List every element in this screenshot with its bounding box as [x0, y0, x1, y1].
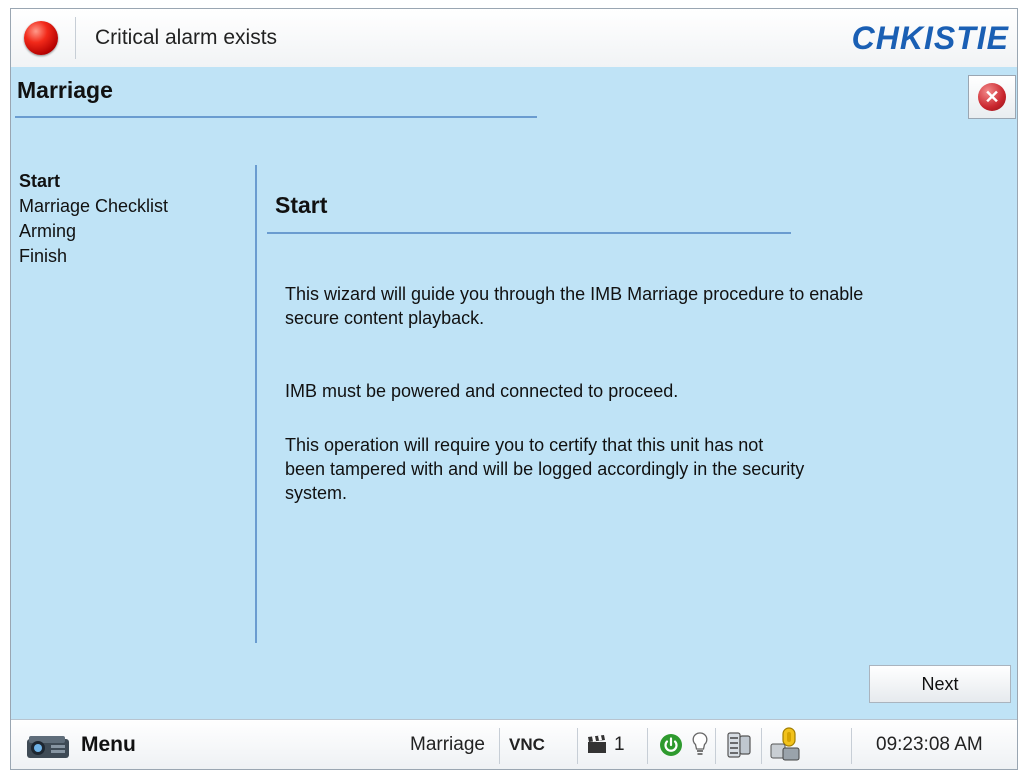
network-icon: [727, 732, 751, 758]
divider: [715, 728, 716, 764]
requirement-paragraph: IMB must be powered and connected to pro…: [285, 381, 679, 401]
critical-alarm-led-icon[interactable]: [24, 21, 58, 55]
certification-paragraph: This operation will require you to certi…: [285, 435, 805, 503]
divider: [499, 728, 500, 764]
close-circle-icon: ✕: [978, 83, 1006, 111]
divider: [577, 728, 578, 764]
intro-paragraph: This wizard will guide you through the I…: [285, 284, 864, 328]
menu-button-label[interactable]: Menu: [81, 733, 136, 757]
projector-icon[interactable]: [25, 730, 73, 762]
lamp-icon: [692, 732, 708, 755]
alarm-status-text[interactable]: Critical alarm exists: [95, 26, 277, 50]
current-page-label: Marriage: [410, 734, 485, 755]
page-title: Marriage: [17, 77, 113, 103]
step-list-divider: [255, 165, 257, 643]
clapperboard-icon: [588, 735, 606, 753]
playback-count: 1: [614, 734, 625, 755]
christie-logo: CHKISTIE: [851, 20, 1009, 56]
section-title: Start: [275, 192, 328, 218]
close-button[interactable]: ✕: [968, 75, 1016, 119]
next-button[interactable]: Next: [869, 665, 1011, 703]
step-arming: Arming: [19, 221, 77, 241]
section-divider: [267, 232, 791, 234]
step-finish: Finish: [19, 246, 68, 266]
divider: [647, 728, 648, 764]
step-marriage-checklist: Marriage Checklist: [19, 196, 169, 216]
divider: [851, 728, 852, 764]
title-divider: [15, 116, 537, 118]
status-bar: Menu Marriage VNC 1 09:23:08 AM: [11, 719, 1017, 769]
power-icon: [660, 734, 682, 756]
wizard-panel: Marriage ✕ Start Marriage Checklist Armi…: [11, 67, 1017, 719]
alarm-bar: Critical alarm exists CHKISTIE: [11, 9, 1017, 68]
vnc-indicator: VNC: [509, 735, 545, 754]
system-clock: 09:23:08 AM: [876, 734, 983, 755]
divider: [75, 17, 76, 59]
step-start: Start: [19, 171, 61, 191]
wizard-step-list: Start Marriage Checklist Arming Finish: [19, 169, 168, 269]
divider: [761, 728, 762, 764]
projector-ui-screen: Critical alarm exists CHKISTIE Marriage …: [10, 8, 1018, 770]
security-lock-icon: [770, 727, 800, 761]
